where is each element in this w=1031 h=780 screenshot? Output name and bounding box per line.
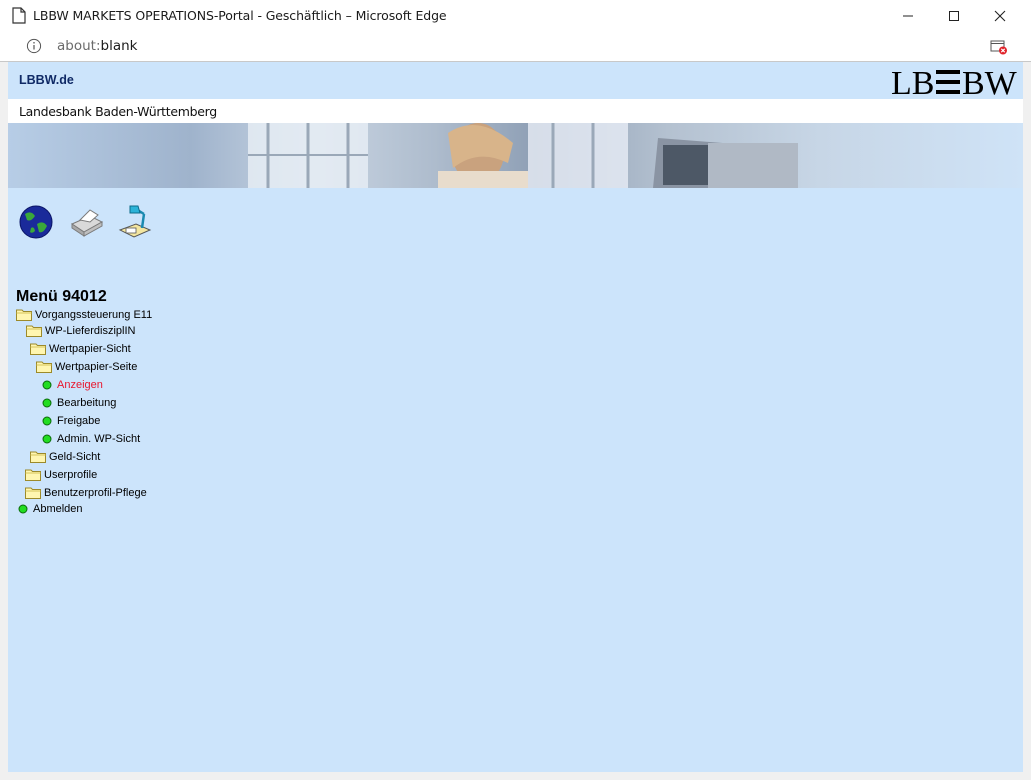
lbbw-home-link[interactable]: LBBW.de — [19, 73, 74, 87]
green-dot-icon — [42, 434, 52, 447]
site-header: LBBW.de LB BW — [8, 62, 1023, 102]
bank-name: Landesbank Baden-Württemberg — [19, 104, 217, 119]
green-dot-icon — [42, 398, 52, 411]
minimize-icon — [903, 15, 913, 17]
menu-item-label[interactable]: Benutzerprofil-Pflege — [44, 487, 147, 499]
folder-icon — [36, 360, 52, 376]
desk-lamp-icon[interactable] — [116, 204, 154, 240]
address-bar[interactable]: about:blank — [0, 31, 1031, 62]
info-icon[interactable] — [26, 38, 42, 54]
close-button[interactable] — [977, 0, 1023, 31]
svg-text:LB: LB — [891, 66, 934, 98]
folder-icon — [30, 342, 46, 358]
window-border-bottom — [0, 772, 1031, 780]
menu-item-label[interactable]: Bearbeitung — [57, 397, 116, 409]
menu-item-label[interactable]: Vorgangssteuerung E11 — [35, 309, 152, 321]
menu-item-label[interactable]: Wertpapier-Seite — [55, 361, 137, 373]
window-titlebar: LBBW MARKETS OPERATIONS-Portal - Geschäf… — [0, 0, 1031, 32]
menu-item-label[interactable]: Anzeigen — [57, 379, 103, 391]
window-border-left — [0, 62, 8, 780]
lbbw-logo: LB BW — [891, 65, 1018, 103]
minimize-button[interactable] — [885, 0, 931, 31]
bank-name-row: Landesbank Baden-Württemberg — [8, 99, 1023, 123]
window-title: LBBW MARKETS OPERATIONS-Portal - Geschäf… — [33, 8, 447, 23]
printer-icon[interactable] — [68, 204, 106, 240]
page-content: LBBW.de LB BW Landesbank Baden-Württembe… — [8, 62, 1023, 772]
folder-icon — [30, 450, 46, 466]
menu-title: Menü 94012 — [16, 288, 107, 305]
menu-item-label[interactable]: Admin. WP-Sicht — [57, 433, 140, 445]
menu-item-label[interactable]: Abmelden — [33, 503, 83, 515]
folder-icon — [26, 324, 42, 340]
url-host: blank — [100, 38, 138, 54]
lbbw-logo-graphic: LB BW — [891, 65, 1018, 102]
menu-item-label[interactable]: Geld-Sicht — [49, 451, 100, 463]
menu-tree: Vorgangssteuerung E11 WP-LieferdisziplIN W… — [8, 308, 308, 528]
menu-item-label[interactable]: Freigabe — [57, 415, 100, 427]
green-dot-icon — [42, 416, 52, 429]
svg-text:BW: BW — [962, 66, 1017, 98]
menu-item-label[interactable]: Wertpapier-Sicht — [49, 343, 131, 355]
folder-icon — [16, 308, 32, 324]
maximize-icon — [949, 11, 959, 21]
folder-icon — [25, 468, 41, 484]
menu-item-label[interactable]: Userprofile — [44, 469, 97, 481]
close-icon — [994, 10, 1006, 22]
maximize-button[interactable] — [931, 0, 977, 31]
url-text[interactable]: about:blank — [57, 38, 137, 54]
header-banner-image — [8, 123, 1023, 188]
url-prefix: about: — [57, 38, 101, 54]
green-dot-icon — [42, 380, 52, 393]
folder-icon — [25, 486, 41, 502]
page-icon — [12, 7, 26, 24]
banner-illustration — [248, 123, 798, 188]
menu-item-label[interactable]: WP-LieferdisziplIN — [45, 325, 135, 337]
popup-blocked-icon[interactable] — [990, 39, 1008, 55]
window-border-right — [1023, 62, 1031, 780]
globe-icon[interactable] — [17, 204, 55, 240]
toolbar — [8, 204, 208, 244]
green-dot-icon — [18, 504, 28, 517]
